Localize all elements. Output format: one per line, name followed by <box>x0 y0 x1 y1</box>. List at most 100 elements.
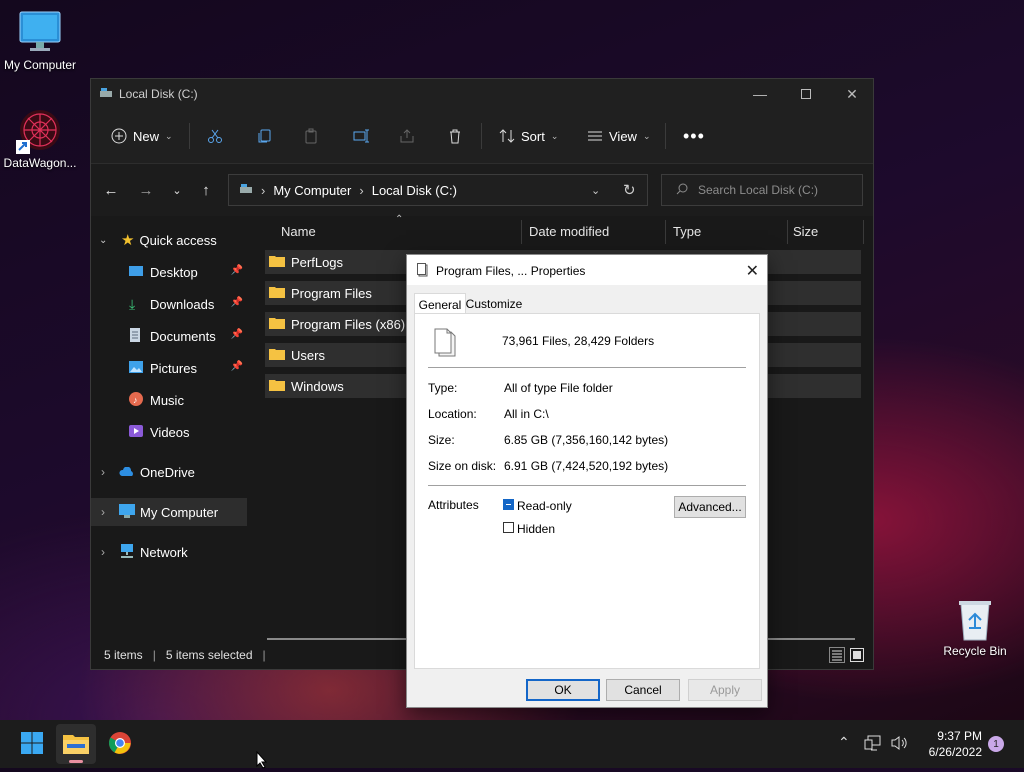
hidden-label[interactable]: Hidden <box>517 522 555 536</box>
sidebar-item-my-computer[interactable]: › My Computer <box>91 498 247 526</box>
chevron-right-icon: › <box>101 505 105 519</box>
breadcrumb-local-disk[interactable]: Local Disk (C:) <box>372 183 457 198</box>
column-header-type[interactable]: Type <box>673 216 701 246</box>
minimize-button[interactable]: — <box>737 79 783 109</box>
address-bar[interactable]: › My Computer › Local Disk (C:) ⌄ ↻ <box>228 174 648 206</box>
taskbar-chrome[interactable] <box>100 724 140 764</box>
size-value: 6.85 GB (7,356,160,142 bytes) <box>504 433 669 447</box>
details-view-button[interactable] <box>829 647 845 663</box>
clock[interactable]: 9:37 PM 6/26/2022 <box>918 728 982 760</box>
sort-arrow-icon: ⌃ <box>395 214 404 225</box>
up-button[interactable]: ↑ <box>194 178 218 202</box>
trash-icon <box>447 128 463 144</box>
chevron-right-icon: › <box>101 465 105 479</box>
monitor-icon <box>119 503 137 521</box>
sidebar-item-network[interactable]: › Network <box>91 538 247 566</box>
chevron-down-icon: ⌄ <box>550 130 559 141</box>
folder-icon <box>269 285 285 301</box>
pin-icon: 📌 <box>230 265 243 276</box>
dialog-close-button[interactable]: ✕ <box>746 261 759 281</box>
recent-locations-button[interactable]: ⌄ <box>165 178 189 202</box>
notification-badge[interactable]: 1 <box>988 736 1004 752</box>
download-icon: ⤓ <box>129 295 136 312</box>
folder-icon <box>63 732 89 757</box>
desktop-icon-label: Recycle Bin <box>943 644 1007 658</box>
tiles-view-button[interactable] <box>849 647 865 663</box>
sidebar-item-onedrive[interactable]: › OneDrive <box>91 458 247 486</box>
show-hidden-icons-button[interactable]: ⌃ <box>838 734 850 751</box>
copy-button[interactable] <box>257 121 273 151</box>
ok-button[interactable]: OK <box>526 679 600 701</box>
breadcrumb-my-computer[interactable]: My Computer <box>273 183 351 198</box>
size-label: Size: <box>428 433 455 447</box>
close-button[interactable]: ✕ <box>829 79 875 109</box>
delete-button[interactable] <box>447 121 463 151</box>
size-on-disk-label: Size on disk: <box>428 459 497 473</box>
chrome-icon <box>108 731 132 758</box>
volume-icon[interactable] <box>890 734 908 755</box>
sidebar-item-videos[interactable]: Videos <box>91 418 247 446</box>
desktop-icon-recycle-bin[interactable]: Recycle Bin <box>935 598 1015 658</box>
sidebar-item-documents[interactable]: Documents 📌 <box>91 322 247 350</box>
forward-button[interactable]: → <box>134 178 158 202</box>
cancel-button[interactable]: Cancel <box>606 679 680 701</box>
sidebar-item-music[interactable]: ♪ Music <box>91 386 247 414</box>
ellipsis-icon: ••• <box>683 125 705 146</box>
column-header-size[interactable]: Size <box>793 216 818 246</box>
network-status-icon[interactable] <box>864 734 882 755</box>
paste-button[interactable] <box>303 121 319 151</box>
music-icon: ♪ <box>129 391 145 409</box>
desktop-icon <box>129 265 145 280</box>
sort-button[interactable]: Sort ⌄ <box>499 121 558 151</box>
chevron-down-icon: ⌄ <box>99 234 108 246</box>
hidden-checkbox[interactable] <box>503 522 514 533</box>
column-header-date-modified[interactable]: Date modified <box>529 216 609 246</box>
cut-button[interactable] <box>207 121 223 151</box>
start-button[interactable] <box>12 724 52 764</box>
desktop-icon-datawagon[interactable]: DataWagon... <box>0 106 80 170</box>
desktop-icon-label: DataWagon... <box>3 156 77 170</box>
sidebar-item-pictures[interactable]: Pictures 📌 <box>91 354 247 382</box>
address-dropdown-icon[interactable]: ⌄ <box>591 184 600 197</box>
readonly-label[interactable]: Read-only <box>517 499 572 513</box>
type-label: Type: <box>428 381 458 395</box>
sidebar-item-desktop[interactable]: Desktop 📌 <box>91 258 247 286</box>
item-count: 5 items <box>104 648 143 662</box>
rename-icon <box>353 128 369 144</box>
video-icon <box>129 424 145 440</box>
picture-icon <box>129 360 145 376</box>
share-button[interactable] <box>399 121 415 151</box>
command-bar: New ⌄ Sort ⌄ View ⌄ ••• <box>91 109 873 164</box>
rename-button[interactable] <box>353 121 369 151</box>
selected-count: 5 items selected <box>165 648 253 662</box>
desktop-icon-my-computer[interactable]: My Computer <box>0 10 80 72</box>
new-button[interactable]: New ⌄ <box>111 121 173 151</box>
location-label: Location: <box>428 407 477 421</box>
column-header-name[interactable]: Name <box>281 216 316 246</box>
more-options-button[interactable]: ••• <box>683 121 705 151</box>
readonly-checkbox[interactable] <box>503 499 514 510</box>
taskbar: ⌃ 9:37 PM 6/26/2022 1 <box>0 720 1024 768</box>
sidebar-item-quick-access[interactable]: ⌄ ★ Quick access <box>91 226 247 254</box>
maximize-button[interactable] <box>783 79 829 109</box>
svg-text:♪: ♪ <box>133 395 138 405</box>
taskbar-file-explorer[interactable] <box>56 724 96 764</box>
advanced-button[interactable]: Advanced... <box>674 496 746 518</box>
type-value: All of type File folder <box>504 381 613 395</box>
sidebar-item-downloads[interactable]: ⤓ Downloads 📌 <box>91 290 247 318</box>
file-folder-summary: 73,961 Files, 28,429 Folders <box>502 334 655 348</box>
back-button[interactable]: ← <box>99 178 123 202</box>
search-box[interactable]: Search Local Disk (C:) <box>661 174 863 206</box>
folder-icon <box>269 316 285 332</box>
clock-date: 6/26/2022 <box>928 745 982 759</box>
apply-button[interactable]: Apply <box>688 679 762 701</box>
tab-customize[interactable]: Customize <box>465 293 523 314</box>
explorer-titlebar[interactable]: Local Disk (C:) — ✕ <box>91 79 873 109</box>
folder-icon <box>269 254 285 270</box>
attributes-label: Attributes <box>428 498 479 512</box>
dialog-titlebar[interactable]: Program Files, ... Properties ✕ <box>407 255 767 285</box>
drive-icon <box>99 86 113 103</box>
view-button[interactable]: View ⌄ <box>587 121 651 151</box>
refresh-icon[interactable]: ↻ <box>623 181 636 199</box>
general-tab-panel: 73,961 Files, 28,429 Folders Type: All o… <box>414 313 760 669</box>
